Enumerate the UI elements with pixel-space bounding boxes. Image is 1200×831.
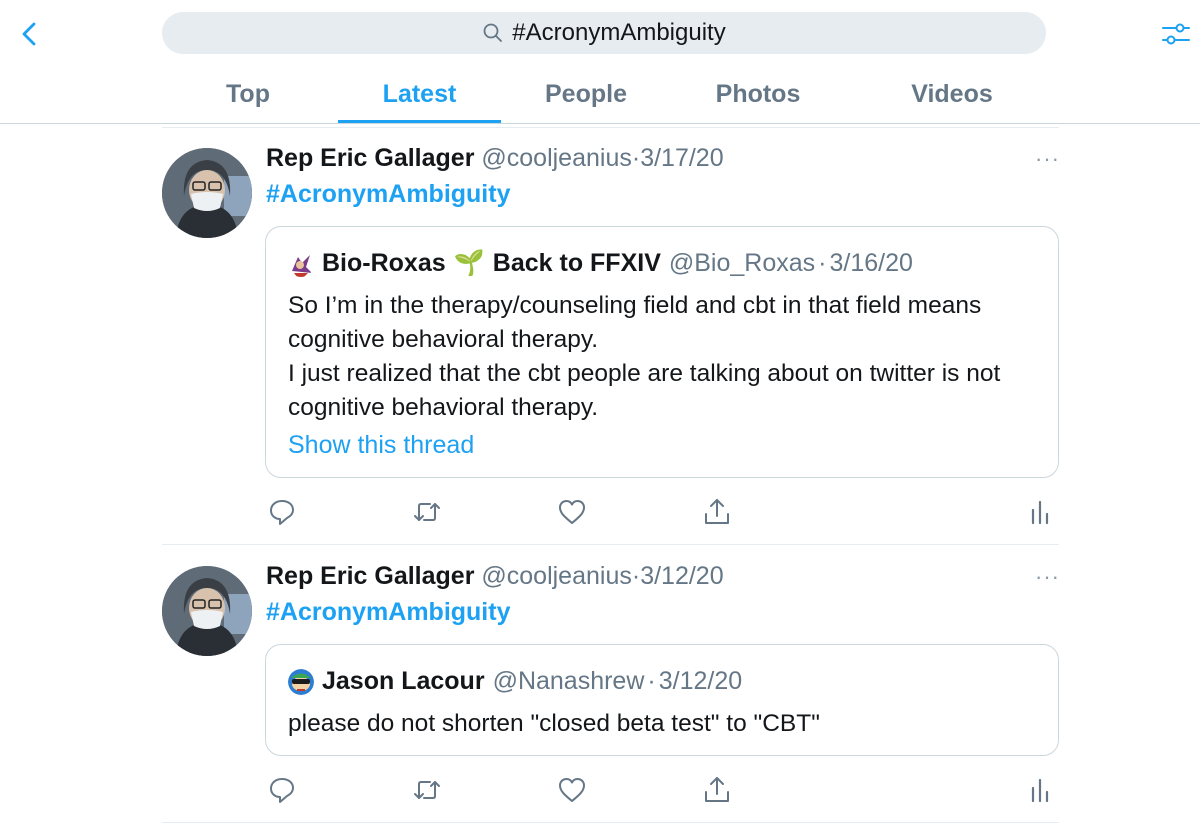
quoted-tweet-date: 3/12/20 [658, 667, 743, 695]
more-options-icon[interactable]: ··· [1035, 564, 1060, 590]
quoted-author-handle: @Bio_Roxas [668, 249, 816, 277]
tab-top[interactable]: Top [188, 70, 308, 122]
quoted-tweet-date: 3/16/20 [829, 249, 913, 277]
avatar[interactable] [162, 148, 252, 238]
separator: · [647, 667, 656, 695]
avatar[interactable] [162, 566, 252, 656]
tweet-actions [266, 496, 1049, 532]
quoted-author-name: Bio-Roxas [322, 249, 446, 277]
more-options-icon[interactable]: ··· [1035, 146, 1060, 172]
quoted-tweet-header: Bio-Roxas 🌱 Back to FFXIV @Bio_Roxas · 3… [288, 249, 913, 278]
quoted-tweet-text: So I’m in the therapy/counseling field a… [288, 289, 1038, 425]
reply-icon[interactable] [266, 496, 298, 528]
analytics-icon[interactable] [1024, 774, 1056, 806]
search-input[interactable]: #AcronymAmbiguity [162, 12, 1046, 54]
quoted-author-avatar [288, 668, 314, 695]
like-icon[interactable] [556, 774, 588, 806]
text-line: So I’m in the therapy/counseling field a… [288, 292, 982, 319]
text-line: I just realized that the cbt people are … [288, 360, 1001, 387]
hashtag-link[interactable]: #AcronymAmbiguity [266, 598, 510, 627]
separator: · [631, 144, 641, 172]
tweet-header: Rep Eric Gallager @cooljeanius·3/17/20 [266, 144, 724, 173]
seedling-emoji: 🌱 [453, 249, 485, 277]
avatar-photo [162, 148, 252, 238]
reply-icon[interactable] [266, 774, 298, 806]
author-handle[interactable]: @cooljeanius [481, 144, 631, 172]
tweet-actions [266, 774, 1049, 810]
tweet-header: Rep Eric Gallager @cooljeanius·3/12/20 [266, 562, 724, 591]
quoted-author-avatar [288, 250, 314, 277]
separator: · [631, 562, 641, 590]
author-name[interactable]: Rep Eric Gallager [266, 144, 474, 172]
share-icon[interactable] [701, 774, 733, 806]
quoted-tweet-text: please do not shorten "closed beta test"… [288, 707, 1038, 741]
separator: · [818, 249, 827, 277]
back-chevron-icon[interactable] [16, 20, 44, 48]
retweet-icon[interactable] [411, 496, 443, 528]
quoted-tweet[interactable]: Jason Lacour @Nanashrew · 3/12/20 please… [265, 644, 1059, 756]
avatar-photo [162, 566, 252, 656]
author-name[interactable]: Rep Eric Gallager [266, 562, 474, 590]
analytics-icon[interactable] [1024, 496, 1056, 528]
tweet-divider [162, 822, 1059, 823]
search-tabs: Top Latest People Photos Videos [162, 70, 1046, 124]
text-line: cognitive behavioral therapy. [288, 326, 599, 353]
tweet[interactable]: Rep Eric Gallager @cooljeanius·3/12/20 ·… [162, 546, 1059, 822]
quoted-author-name-suffix: Back to FFXIV [492, 249, 661, 277]
tweet-divider [162, 544, 1059, 545]
search-icon [483, 23, 503, 42]
tweet-date[interactable]: 3/17/20 [640, 144, 723, 172]
tab-latest[interactable]: Latest [338, 70, 501, 122]
quoted-tweet[interactable]: Bio-Roxas 🌱 Back to FFXIV @Bio_Roxas · 3… [265, 226, 1059, 478]
show-thread-link[interactable]: Show this thread [288, 431, 474, 460]
tab-photos[interactable]: Photos [692, 70, 824, 122]
tab-videos[interactable]: Videos [886, 70, 1018, 122]
retweet-icon[interactable] [411, 774, 443, 806]
text-line: please do not shorten "closed beta test"… [288, 710, 820, 737]
header-divider [0, 123, 1200, 124]
share-icon[interactable] [701, 496, 733, 528]
search-query: #AcronymAmbiguity [512, 19, 726, 46]
hashtag-link[interactable]: #AcronymAmbiguity [266, 180, 510, 209]
tweet[interactable]: Rep Eric Gallager @cooljeanius·3/17/20 ·… [162, 128, 1059, 544]
quoted-tweet-header: Jason Lacour @Nanashrew · 3/12/20 [288, 667, 742, 696]
author-handle[interactable]: @cooljeanius [481, 562, 631, 590]
quoted-author-name: Jason Lacour [322, 667, 485, 695]
filter-sliders-icon[interactable] [1160, 18, 1192, 50]
like-icon[interactable] [556, 496, 588, 528]
tweet-date[interactable]: 3/12/20 [640, 562, 723, 590]
tab-people[interactable]: People [526, 70, 646, 122]
quoted-author-handle: @Nanashrew [492, 667, 645, 695]
text-line: cognitive behavioral therapy. [288, 394, 599, 421]
